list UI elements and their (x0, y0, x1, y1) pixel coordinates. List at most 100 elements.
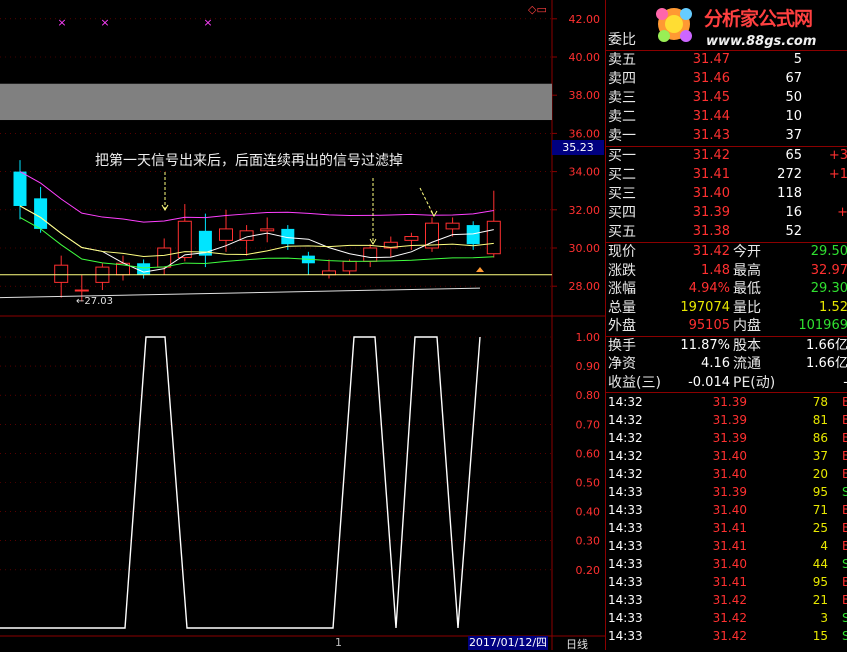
bid-change: + (837, 205, 847, 220)
bid-price: 31.41 (692, 167, 730, 182)
tick-volume: 71 (812, 503, 828, 517)
tick-time: 14:32 (608, 449, 643, 463)
tick-direction: B (842, 411, 847, 429)
logo: 分析家公式网 www.88gs.com (606, 0, 847, 49)
tick-time: 14:33 (608, 485, 643, 499)
ask-price: 31.47 (692, 52, 730, 67)
stat-value: 197074 (680, 299, 730, 315)
ma5-line (19, 205, 494, 273)
tick-direction: S (842, 609, 847, 627)
candle-body (404, 236, 419, 241)
stat-value: 1.48 (701, 262, 730, 278)
tick-price: 31.39 (712, 485, 747, 499)
ask-volume: 5 (793, 52, 802, 67)
stat-row: 总量 197074 量比 1.52 (606, 299, 847, 318)
stat2-value: - (843, 374, 847, 392)
tick-row: 14:32 31.39 78 B (606, 393, 847, 411)
tick-volume: 95 (812, 485, 828, 499)
tick-price: 31.40 (712, 449, 747, 463)
main-axis-label: 36.00 (569, 127, 601, 140)
tick-direction: S (842, 627, 847, 645)
tick-price: 31.41 (712, 521, 747, 535)
ask-price: 31.43 (692, 128, 730, 143)
bid-volume: 272 (777, 167, 802, 182)
tick-row: 14:32 31.39 81 B (606, 411, 847, 429)
tick-price: 31.40 (712, 467, 747, 481)
stat-label: 最低 (733, 281, 761, 297)
tick-time: 14:33 (608, 575, 643, 589)
candle-body (445, 222, 460, 230)
tick-price: 31.39 (712, 395, 747, 409)
stat-value: 95105 (688, 318, 730, 333)
tick-price: 31.42 (712, 593, 747, 607)
main-axis-label: 32.00 (569, 204, 601, 217)
tick-row: 14:32 31.39 86 B (606, 429, 847, 447)
stat-label: 涨跌 (608, 262, 636, 279)
cursor-marker: 1 (335, 636, 342, 649)
kline-chart-area[interactable]: 42.00 40.00 38.00 36.00 34.00 32.00 30.00 28.00… (0, 0, 605, 651)
main-axis-label: 34.00 (569, 166, 601, 179)
tick-volume: 37 (812, 449, 828, 463)
tick-direction: S (842, 555, 847, 573)
stat-label: 总量 (608, 299, 636, 316)
weibi-label: 委比 (608, 32, 636, 48)
stat2-value: -0.014 (688, 374, 730, 390)
bid-label: 买五 (608, 224, 636, 240)
bid-price: 31.39 (692, 205, 730, 220)
main-axis-label: 30.00 (569, 242, 601, 255)
tick-time: 14:32 (608, 431, 643, 445)
sub-axis-label: 0.30 (576, 535, 601, 548)
tick-price: 31.41 (712, 539, 747, 553)
chart-annotation: 把第一天信号出来后，后面连续再出的信号过滤掉 (95, 153, 403, 169)
ask-label: 卖三 (608, 90, 636, 106)
tick-row: 14:33 31.42 21 B (606, 591, 847, 609)
ask-volume: 50 (785, 90, 802, 105)
stat2-value: 4.16 (701, 356, 730, 371)
stat-value: 101969 (798, 318, 847, 333)
tick-volume: 25 (812, 521, 828, 535)
tick-price: 31.41 (712, 575, 747, 589)
sub-axis-label: 0.60 (576, 447, 601, 460)
candle-body (74, 289, 89, 292)
ask-label: 卖二 (608, 109, 636, 125)
date-tag: 2017/01/12/四 (468, 636, 548, 650)
stat-value: 32.97 (810, 262, 847, 278)
tick-volume: 4 (820, 539, 828, 553)
tick-price: 31.42 (712, 611, 747, 625)
kline-chart-svg[interactable]: 42.00 40.00 38.00 36.00 34.00 32.00 30.00 28.00… (0, 0, 605, 650)
tick-volume: 78 (812, 395, 828, 409)
tick-volume: 86 (812, 431, 828, 445)
bid-label: 买二 (608, 167, 636, 183)
stat2-label: 股本 (733, 337, 761, 354)
bid-label: 买三 (608, 186, 636, 202)
bid-change: +3 (828, 148, 847, 163)
stat-label: 涨幅 (608, 281, 636, 297)
bid-row: 买三 31.40 118 (606, 185, 847, 204)
stat2-value: 11.87% (680, 337, 730, 353)
tick-time: 14:33 (608, 629, 643, 643)
stat-label: 今开 (733, 244, 761, 260)
ask-label: 卖一 (608, 128, 636, 144)
window-toggle-icon[interactable]: ◇▭ (528, 3, 547, 16)
tick-volume: 81 (812, 413, 828, 427)
stat-row: 现价 31.42 今开 29.50 (606, 243, 847, 262)
tick-volume: 44 (812, 557, 828, 571)
tick-direction: B (842, 447, 847, 465)
bid-volume: 65 (785, 148, 802, 163)
main-axis-label: 38.00 (569, 89, 601, 102)
signal-marker: × (57, 16, 66, 29)
tick-row: 14:33 31.41 4B (606, 537, 847, 555)
tick-row: 14:33 31.39 95 S (606, 483, 847, 501)
ask-price: 31.44 (692, 109, 730, 124)
tick-direction: B (842, 519, 847, 537)
tick-time: 14:33 (608, 611, 643, 625)
signal-marker: × (203, 16, 212, 29)
bid-label: 买四 (608, 205, 636, 221)
candle-body (260, 228, 275, 232)
stat-value: 29.50 (810, 244, 847, 259)
tick-row: 14:33 31.41 25 B (606, 519, 847, 537)
stat-value: 31.42 (692, 244, 730, 259)
bid-volume: 16 (785, 205, 802, 220)
candle-body (13, 171, 27, 206)
tick-time: 14:32 (608, 467, 643, 481)
